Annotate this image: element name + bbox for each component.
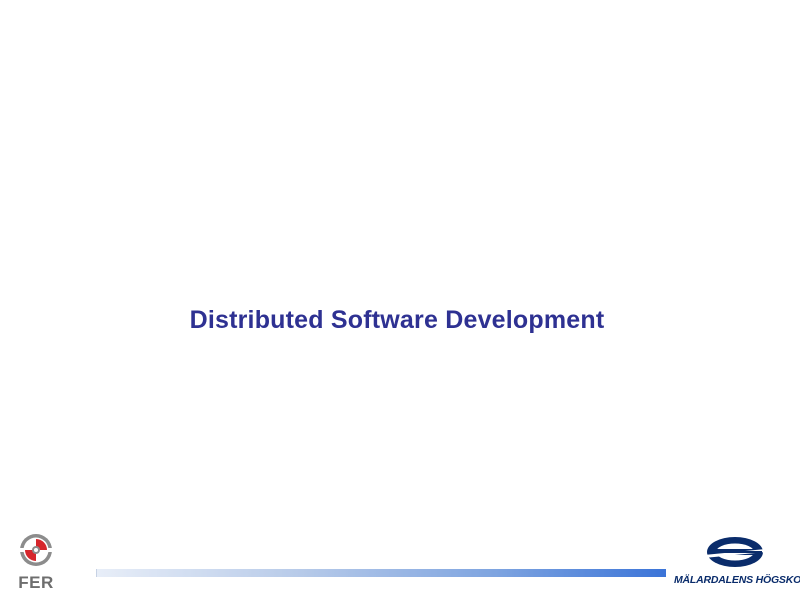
- footer-bar-edge: [96, 569, 97, 577]
- footer-bar: [96, 569, 666, 577]
- slide: Distributed Software Development FER MÄL…: [0, 0, 800, 600]
- slide-title: Distributed Software Development: [189, 306, 605, 334]
- mdh-emblem-icon: [704, 537, 766, 567]
- fer-emblem-icon: FER: [18, 534, 54, 592]
- mdh-logo: MÄLARDALENS HÖGSKOLA: [674, 532, 800, 596]
- mdh-logo-text: MÄLARDALENS HÖGSKOLA: [674, 574, 800, 586]
- fer-logo: FER: [12, 530, 60, 594]
- fer-logo-text: FER: [18, 573, 54, 592]
